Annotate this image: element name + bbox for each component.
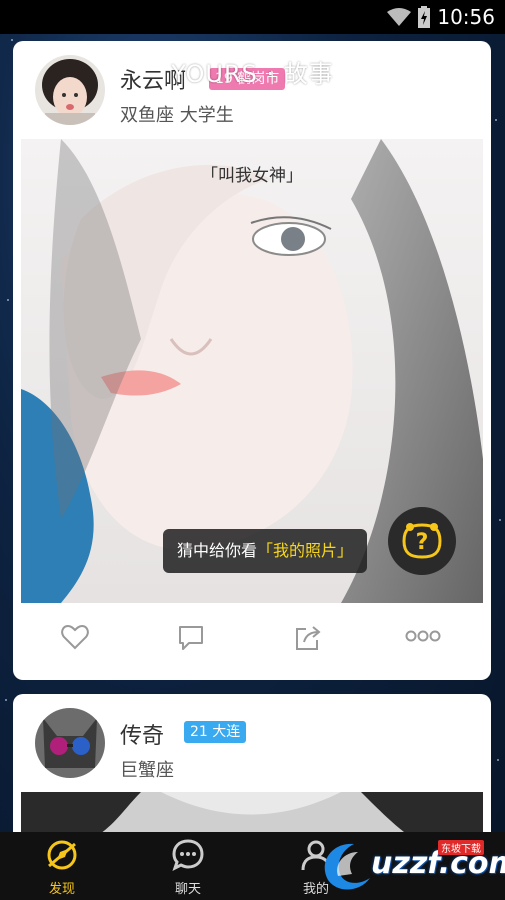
story-photo[interactable]: 「叫我女神」 猜中给你看「我的照片」 ? xyxy=(21,139,483,603)
share-icon[interactable] xyxy=(294,624,322,652)
nav-label: 发现 xyxy=(48,882,75,897)
watermark-logo: uzzf.com 东坡下载 xyxy=(318,836,505,896)
question-icon: ? xyxy=(402,523,442,559)
status-bar: 10:56 xyxy=(0,0,505,34)
guess-button[interactable]: ? xyxy=(388,507,456,575)
nav-chat[interactable]: 聊天 xyxy=(148,838,228,897)
photo-caption: 「叫我女神」 xyxy=(201,166,303,186)
watermark-subtext: 东坡下载 xyxy=(438,840,484,855)
battery-icon xyxy=(418,6,430,28)
comment-icon[interactable] xyxy=(177,624,205,652)
watermark-swirl-icon xyxy=(324,843,370,890)
avatar[interactable] xyxy=(35,708,105,778)
user-subtitle: 双鱼座 大学生 xyxy=(120,105,234,126)
story-card[interactable]: 传奇 21 大连 巨蟹座 xyxy=(13,694,491,844)
age-city-badge: 21 大连 xyxy=(184,721,247,743)
question-mark: ? xyxy=(416,530,429,555)
nav-label: 聊天 xyxy=(174,882,201,897)
app-title: YOURS · 故事 xyxy=(171,60,334,88)
user-name[interactable]: 传奇 xyxy=(120,718,164,750)
more-icon[interactable] xyxy=(405,630,441,642)
story-card[interactable]: 永云啊 19 鹤岗市 双鱼座 大学生 「叫我女神」 猜中给你看「我的照片」 ? xyxy=(13,41,491,680)
user-subtitle: 巨蟹座 xyxy=(120,760,174,781)
clock: 10:56 xyxy=(437,5,495,29)
nav-discover[interactable]: 发现 xyxy=(22,838,102,897)
discover-icon xyxy=(47,840,77,870)
filter-icon[interactable] xyxy=(456,50,490,82)
wifi-icon xyxy=(387,8,411,26)
guess-highlight: 「我的照片」 xyxy=(257,541,354,560)
chat-icon xyxy=(172,839,204,871)
guess-prefix: 猜中给你看 xyxy=(177,541,258,560)
guess-prompt[interactable]: 猜中给你看「我的照片」 xyxy=(163,529,368,573)
like-icon[interactable] xyxy=(61,624,89,650)
action-bar xyxy=(13,614,491,662)
